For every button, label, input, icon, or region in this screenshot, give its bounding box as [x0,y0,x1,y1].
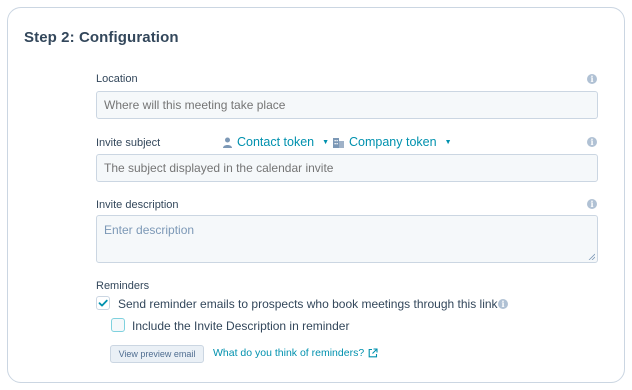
include-description-label: Include the Invite Description in remind… [132,319,350,333]
reminders-feedback-label: What do you think of reminders? [213,347,365,359]
send-reminder-info-icon[interactable]: i [498,299,508,309]
contact-token-dropdown[interactable]: Contact token ▼ [223,135,329,149]
location-info-icon[interactable]: i [587,74,597,84]
send-reminder-checkbox[interactable] [96,296,110,310]
company-token-label: Company token [349,135,437,149]
step-title: Step 2: Configuration [24,29,179,46]
configuration-card: Step 2: Configuration Location i Invite … [7,7,625,383]
send-reminder-label: Send reminder emails to prospects who bo… [118,297,498,311]
building-icon [333,137,344,148]
invite-description-placeholder: Enter description [104,223,195,237]
chevron-down-icon: ▼ [444,138,452,146]
checkmark-icon [98,299,108,307]
invite-subject-input[interactable] [96,154,598,182]
invite-description-info-icon[interactable]: i [587,199,597,209]
reminders-feedback-link[interactable]: What do you think of reminders? [213,347,378,359]
view-preview-email-button[interactable]: View preview email [110,345,204,363]
invite-subject-label: Invite subject [96,137,161,149]
include-description-checkbox[interactable] [111,318,125,332]
location-label: Location [96,73,138,85]
person-icon [223,137,232,148]
chevron-down-icon: ▼ [322,138,330,146]
resize-grip-icon[interactable] [588,253,595,260]
invite-description-label: Invite description [96,199,179,211]
reminders-label: Reminders [96,280,150,292]
company-token-dropdown[interactable]: Company token ▼ [333,135,452,149]
invite-subject-info-icon[interactable]: i [587,137,597,147]
external-link-icon [368,348,378,358]
contact-token-label: Contact token [237,135,315,149]
invite-description-textarea[interactable]: Enter description [96,215,598,263]
location-input[interactable] [96,91,598,119]
